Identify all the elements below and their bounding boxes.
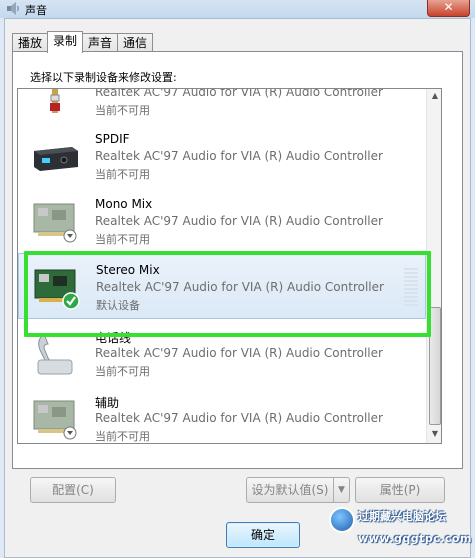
ok-button[interactable]: 确定 bbox=[226, 522, 300, 548]
device-status: 当前不可用 bbox=[95, 168, 150, 181]
device-driver: Realtek AC'97 Audio for VIA (R) Audio Co… bbox=[95, 149, 383, 163]
watermark-name: 过期藏兴电脑论坛 bbox=[358, 510, 446, 523]
device-item-telephone[interactable]: 电话线 Realtek AC'97 Audio for VIA (R) Audi… bbox=[18, 320, 426, 384]
title-bar: 声音 ✕ bbox=[0, 0, 475, 18]
close-icon: ✕ bbox=[443, 0, 454, 14]
line-in-jack-icon bbox=[50, 89, 60, 113]
speaker-icon bbox=[7, 2, 19, 15]
telephone-icon bbox=[37, 333, 73, 375]
device-name: SPDIF bbox=[95, 132, 130, 146]
device-name: Mono Mix bbox=[95, 197, 153, 211]
device-status: 默认设备 bbox=[96, 299, 140, 312]
device-name: Stereo Mix bbox=[96, 263, 160, 277]
vertical-scrollbar[interactable]: ▲ ▼ bbox=[426, 89, 441, 443]
spdif-device-icon bbox=[34, 147, 78, 171]
configure-button[interactable]: 配置(C) bbox=[30, 477, 116, 503]
watermark-url: www.gqgtpc.com bbox=[358, 532, 472, 545]
device-driver: Realtek AC'97 Audio for VIA (R) Audio Co… bbox=[95, 411, 383, 425]
scroll-up-icon[interactable]: ▲ bbox=[430, 91, 440, 101]
device-status: 当前不可用 bbox=[95, 233, 150, 246]
tab-communications[interactable]: 通信 bbox=[117, 33, 154, 53]
device-list[interactable]: Realtek AC'97 Audio for VIA (R) Audio Co… bbox=[17, 88, 442, 444]
device-driver: Realtek AC'97 Audio for VIA (R) Audio Co… bbox=[95, 88, 383, 99]
device-name: 电话线 bbox=[95, 331, 132, 345]
level-meter bbox=[404, 268, 418, 306]
scroll-down-icon[interactable]: ▼ bbox=[430, 429, 440, 439]
tab-sounds[interactable]: 声音 bbox=[82, 33, 119, 53]
device-item-aux[interactable]: 辅助 Realtek AC'97 Audio for VIA (R) Audio… bbox=[18, 385, 426, 443]
device-item-mono-mix[interactable]: Mono Mix Realtek AC'97 Audio for VIA (R)… bbox=[18, 188, 426, 252]
device-name: 辅助 bbox=[95, 396, 120, 410]
tab-playback[interactable]: 播放 bbox=[12, 33, 49, 53]
device-item-stereo-mix[interactable]: Stereo Mix Realtek AC'97 Audio for VIA (… bbox=[18, 253, 426, 319]
close-button[interactable]: ✕ bbox=[427, 0, 470, 17]
sound-card-default-icon bbox=[34, 269, 80, 310]
tab-strip: 播放 录制 声音 通信 bbox=[12, 31, 154, 53]
chevron-down-icon: ▼ bbox=[338, 485, 345, 495]
site-logo-icon bbox=[329, 507, 355, 533]
window-title: 声音 bbox=[25, 4, 47, 17]
device-status: 当前不可用 bbox=[95, 365, 150, 378]
sound-card-disabled-icon bbox=[33, 400, 77, 440]
watermark: 过期藏兴电脑论坛 www.gqgtpc.com bbox=[318, 499, 475, 558]
device-item-spdif[interactable]: SPDIF Realtek AC'97 Audio for VIA (R) Au… bbox=[18, 123, 426, 187]
tab-recording[interactable]: 录制 bbox=[47, 31, 84, 53]
scrollbar-thumb[interactable] bbox=[429, 307, 441, 425]
device-status: 当前不可用 bbox=[95, 430, 150, 443]
instruction-text: 选择以下录制设备来修改设置: bbox=[30, 71, 177, 84]
device-driver: Realtek AC'97 Audio for VIA (R) Audio Co… bbox=[95, 346, 383, 360]
device-driver: Realtek AC'97 Audio for VIA (R) Audio Co… bbox=[95, 214, 383, 228]
sound-card-disabled-icon bbox=[33, 203, 77, 243]
device-driver: Realtek AC'97 Audio for VIA (R) Audio Co… bbox=[96, 280, 384, 294]
device-status: 当前不可用 bbox=[95, 104, 150, 117]
device-item-line-in[interactable]: Realtek AC'97 Audio for VIA (R) Audio Co… bbox=[18, 88, 426, 123]
